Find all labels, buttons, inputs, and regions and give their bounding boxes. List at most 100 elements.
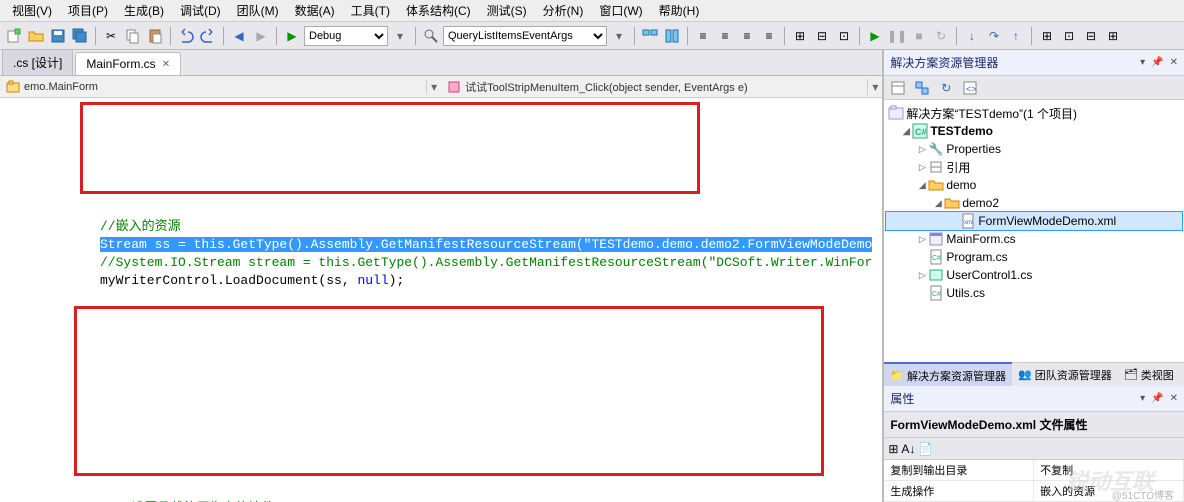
align2-icon[interactable]: ⊟ (812, 26, 832, 46)
menu-build[interactable]: 生成(B) (116, 0, 172, 21)
tab-team-explorer[interactable]: 👥团队资源管理器 (1012, 363, 1118, 387)
menu-view[interactable]: 视图(V) (4, 0, 60, 21)
menu-tools[interactable]: 工具(T) (343, 0, 398, 21)
find-icon[interactable] (421, 26, 441, 46)
tree-label: UserControl1.cs (946, 268, 1032, 282)
dropdown-icon[interactable]: ▾ (1140, 57, 1145, 68)
tree-references[interactable]: ▷ 引用 (886, 158, 1182, 176)
menu-architecture[interactable]: 体系结构(C) (398, 0, 479, 21)
pin-icon[interactable]: 📌 (1151, 393, 1163, 404)
comment-icon[interactable]: ≡ (737, 26, 757, 46)
open-icon[interactable] (26, 26, 46, 46)
tree-folder-demo[interactable]: ◢ demo (886, 176, 1182, 194)
tree-file-mainform[interactable]: ▷ MainForm.cs (886, 230, 1182, 248)
cut-icon[interactable]: ✂ (101, 26, 121, 46)
tab-mainform[interactable]: MainForm.cs✕ (75, 52, 181, 75)
align3-icon[interactable]: ⊡ (834, 26, 854, 46)
chevron-down-icon[interactable]: ▾ (868, 80, 882, 94)
collapse-icon[interactable]: ◢ (932, 198, 944, 209)
close-icon[interactable]: ✕ (162, 59, 170, 70)
property-row[interactable]: 复制到输出目录 不复制 (884, 460, 1184, 481)
nav-forward-icon[interactable]: ▶ (251, 26, 271, 46)
tree-solution-root[interactable]: 解决方案“TESTdemo”(1 个项目) (886, 104, 1182, 122)
collapse-icon[interactable]: ◢ (916, 180, 928, 191)
expand-icon[interactable]: ▷ (916, 234, 928, 245)
menu-test[interactable]: 测试(S) (479, 0, 535, 21)
tree-properties[interactable]: ▷ 🔧 Properties (886, 140, 1182, 158)
stop-icon[interactable]: ■ (909, 26, 929, 46)
step-over-icon[interactable]: ↷ (984, 26, 1004, 46)
menu-project[interactable]: 项目(P) (60, 0, 116, 21)
other2-icon[interactable]: ⊞ (1103, 26, 1123, 46)
show-all-icon[interactable] (912, 78, 932, 98)
align-icon[interactable]: ⊞ (790, 26, 810, 46)
close-icon[interactable]: ✕ (1170, 393, 1178, 404)
expand-icon[interactable]: ▷ (916, 270, 928, 281)
collapse-icon[interactable]: ◢ (900, 126, 912, 137)
menu-team[interactable]: 团队(M) (229, 0, 287, 21)
undo-icon[interactable] (176, 26, 196, 46)
step-into-icon[interactable]: ↓ (962, 26, 982, 46)
categorize-icon[interactable]: ⊞ (888, 442, 898, 456)
window-icon[interactable]: ⊞ (1037, 26, 1057, 46)
chevron-down-icon[interactable]: ▾ (427, 80, 441, 94)
save-all-icon[interactable] (70, 26, 90, 46)
menu-debug[interactable]: 调试(D) (172, 0, 229, 21)
layout-icon[interactable] (640, 26, 660, 46)
solution-tree[interactable]: 解决方案“TESTdemo”(1 个项目) ◢ C# TESTdemo ▷ 🔧 … (884, 100, 1184, 362)
config-dropdown[interactable]: Debug (304, 26, 388, 46)
run-icon[interactable]: ▶ (865, 26, 885, 46)
props-page-icon[interactable]: 📄 (918, 442, 933, 456)
tree-folder-demo2[interactable]: ◢ demo2 (886, 194, 1182, 212)
expand-icon[interactable]: ▷ (916, 162, 928, 173)
find-more-icon[interactable]: ▾ (609, 26, 629, 46)
redo-icon[interactable] (198, 26, 218, 46)
view-code-icon[interactable]: <> (960, 78, 980, 98)
member-dropdown[interactable]: 试试ToolStripMenuItem_Click(object sender,… (441, 79, 868, 95)
tab-class-view[interactable]: 🗂类视图 (1118, 363, 1180, 387)
restart-icon[interactable]: ↻ (931, 26, 951, 46)
nav-back-icon[interactable]: ◀ (229, 26, 249, 46)
copy-icon[interactable] (123, 26, 143, 46)
property-row[interactable]: 生成操作 嵌入的资源 (884, 481, 1184, 502)
paste-icon[interactable] (145, 26, 165, 46)
tab-design[interactable]: .cs [设计] (2, 49, 73, 75)
properties-grid[interactable]: 复制到输出目录 不复制 生成操作 嵌入的资源 锐动互联 @51CTO博客 (884, 460, 1184, 502)
dropdown-icon[interactable]: ▾ (1140, 393, 1145, 404)
tree-file-program[interactable]: C# Program.cs (886, 248, 1182, 266)
pin-icon[interactable]: 📌 (1151, 57, 1163, 68)
alpha-sort-icon[interactable]: A↓ (901, 442, 915, 456)
class-dropdown[interactable]: emo.MainForm (0, 80, 427, 94)
properties-icon[interactable] (888, 78, 908, 98)
tree-file-utils[interactable]: C# Utils.cs (886, 284, 1182, 302)
indent-left-icon[interactable]: ≡ (693, 26, 713, 46)
code-editor[interactable]: //嵌入的资源 Stream ss = this.GetType().Assem… (0, 98, 882, 502)
tree-file-xml[interactable]: xml FormViewModeDemo.xml (886, 212, 1182, 230)
indent-right-icon[interactable]: ≡ (715, 26, 735, 46)
close-icon[interactable]: ✕ (1170, 57, 1178, 68)
extension-icon[interactable]: ⊡ (1059, 26, 1079, 46)
expand-icon[interactable]: ▷ (916, 144, 928, 155)
layout2-icon[interactable] (662, 26, 682, 46)
add-item-icon[interactable] (4, 26, 24, 46)
tree-label: MainForm.cs (946, 232, 1015, 246)
menu-help[interactable]: 帮助(H) (651, 0, 708, 21)
step-out-icon[interactable]: ↑ (1006, 26, 1026, 46)
menu-window[interactable]: 窗口(W) (591, 0, 650, 21)
tree-project[interactable]: ◢ C# TESTdemo (886, 122, 1182, 140)
tree-file-usercontrol[interactable]: ▷ UserControl1.cs (886, 266, 1182, 284)
other-icon[interactable]: ⊟ (1081, 26, 1101, 46)
save-icon[interactable] (48, 26, 68, 46)
uncomment-icon[interactable]: ≡ (759, 26, 779, 46)
config-more-icon[interactable]: ▾ (390, 26, 410, 46)
find-dropdown[interactable]: QueryListItemsEventArgs (443, 26, 607, 46)
property-value[interactable]: 不复制 (1034, 460, 1184, 480)
tab-solution-explorer[interactable]: 📁解决方案资源管理器 (884, 362, 1012, 388)
pause-icon[interactable]: ❚❚ (887, 26, 907, 46)
start-debug-icon[interactable]: ▶ (282, 26, 302, 46)
refresh-icon[interactable]: ↻ (936, 78, 956, 98)
team-icon: 👥 (1018, 368, 1032, 381)
menu-analyze[interactable]: 分析(N) (535, 0, 592, 21)
property-value[interactable]: 嵌入的资源 (1034, 481, 1184, 501)
menu-data[interactable]: 数据(A) (287, 0, 343, 21)
